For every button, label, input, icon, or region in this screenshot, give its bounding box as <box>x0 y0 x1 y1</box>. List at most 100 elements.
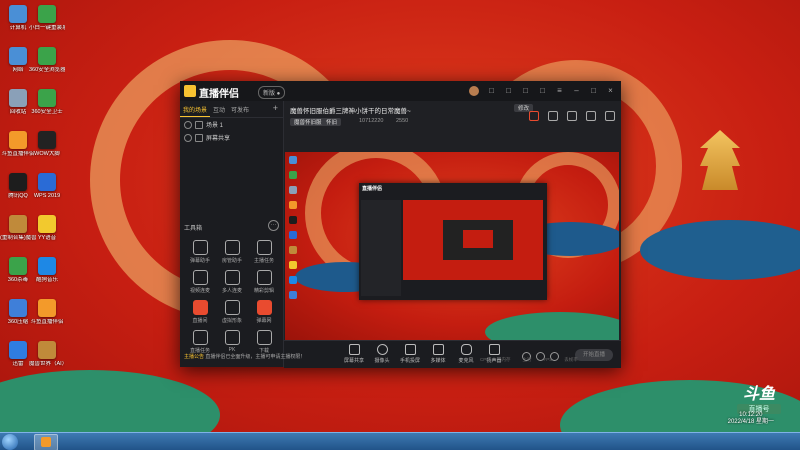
announcement-bar[interactable]: 主播公告 直播伴侣已全面升级，主播可申请主播权限！ <box>184 353 305 360</box>
tool-label: 多人连麦 <box>221 288 242 294</box>
desktop-icon[interactable]: 魔兽世界（AI） <box>29 341 65 368</box>
start-button[interactable] <box>2 434 18 450</box>
maximize-icon[interactable]: □ <box>589 86 598 95</box>
toolbox-item[interactable]: 多人连麦 <box>216 270 248 294</box>
mini-desktop-icon <box>289 246 297 254</box>
tool-icon <box>256 330 272 345</box>
toolbox-more-button[interactable]: ··· <box>268 220 279 231</box>
microphone-button[interactable]: 麦克风 <box>454 344 478 364</box>
desktop-icon-label: 酷狗音乐 <box>35 277 58 283</box>
desktop-icon[interactable]: YY语音 <box>29 215 65 242</box>
toolbox-grid: 弹幕助手 房管助手 主播任务视频连麦 多人连麦 精彩剪辑直播间 虚拟形象 弹幕网直播任务 PK… <box>184 240 280 354</box>
toolbox-item[interactable]: 房管助手 <box>216 240 248 264</box>
desktop-icon[interactable]: WPS 2019 <box>29 173 65 200</box>
app-title: 直播伴侣 <box>199 89 239 100</box>
tool-label: 房管助手 <box>221 258 242 264</box>
media-button[interactable]: 多媒体 <box>426 344 450 364</box>
tab-my-scenes[interactable]: 我的场景 <box>180 101 211 117</box>
add-scene-button[interactable]: + <box>268 101 283 117</box>
close-icon[interactable]: × <box>606 86 615 95</box>
app-icon <box>38 215 56 233</box>
left-tabs: 我的场景 互动 可发布 + <box>180 101 283 118</box>
nested-left-panel <box>361 200 401 296</box>
status-item: 内存 <box>501 357 511 362</box>
desktop-icon[interactable]: 斗鱼直播伴侣 <box>29 299 65 326</box>
shirt-icon[interactable]: □ <box>538 86 547 95</box>
settings-icon[interactable] <box>586 111 596 121</box>
desktop-icon[interactable]: 360安全浏览器 <box>29 47 65 74</box>
avatar[interactable] <box>469 86 479 96</box>
version-badge[interactable]: 新版 ● <box>258 86 286 99</box>
eye-icon[interactable] <box>184 133 192 142</box>
toolbox-item[interactable]: PK <box>216 330 248 354</box>
announcement-prefix: 主播公告 <box>184 354 205 360</box>
desktop-icon[interactable]: 小白一键重装系统 <box>29 5 65 32</box>
desktop-icon-label: WPS 2019 <box>33 193 61 199</box>
decor-wave <box>640 220 800 280</box>
desktop-icon[interactable]: 360安全卫士 <box>29 89 65 116</box>
record-icon[interactable] <box>548 111 558 121</box>
preview-desktop-icons <box>289 156 313 306</box>
main-panel: 魔兽怀旧服伯爵三牌神小饼干的日常魔兽~ 修改 魔兽怀旧服 怀旧 10712220… <box>284 101 621 368</box>
toolbox-item[interactable]: 下载 <box>248 330 280 354</box>
category-badge[interactable]: 魔兽怀旧服 <box>290 118 326 126</box>
gift-icon[interactable]: □ <box>487 86 496 95</box>
scene-item[interactable]: 场景 1 <box>180 118 283 131</box>
lock-icon[interactable] <box>195 120 203 129</box>
mini-desktop-icon <box>289 171 297 179</box>
app-logo-icon <box>184 85 196 97</box>
minimize-icon[interactable]: – <box>572 86 581 95</box>
message-icon[interactable]: □ <box>504 86 513 95</box>
status-item: 丢帧率 <box>564 357 578 362</box>
start-live-button[interactable]: 开始直播 <box>575 349 613 361</box>
toolbox-item[interactable]: 虚拟形象 <box>216 300 248 324</box>
announcement-text: 直播伴侣已全面升级，主播可申请主播权限！ <box>205 354 306 360</box>
lock-icon[interactable] <box>195 133 203 142</box>
room-header: 魔兽怀旧服伯爵三牌神小饼干的日常魔兽~ 修改 魔兽怀旧服 怀旧 10712220… <box>284 101 621 131</box>
eye-icon[interactable] <box>184 120 192 129</box>
mail-icon[interactable]: □ <box>521 86 530 95</box>
tab-publish[interactable]: 可发布 <box>228 101 252 117</box>
source-bar: 屏幕共享 摄像头 手机投屏 多媒体 麦克风 扬声器 开始直播 <box>284 340 621 368</box>
toolbox-item[interactable]: 精彩剪辑 <box>248 270 280 294</box>
menu-icon[interactable]: ≡ <box>555 86 564 95</box>
desktop-icon[interactable]: 酷狗音乐 <box>29 257 65 284</box>
phone-cast-button[interactable]: 手机投屏 <box>398 344 422 364</box>
tool-icon <box>256 270 272 285</box>
camera-button[interactable]: 摄像头 <box>370 344 394 364</box>
toolbox-item[interactable]: 弹幕网 <box>248 300 280 324</box>
share-icon[interactable] <box>605 111 615 121</box>
taskbar-item-live-assistant[interactable] <box>34 434 58 450</box>
app-icon <box>38 341 56 359</box>
nested-app-title: 直播伴侣 <box>362 186 383 192</box>
app-icon <box>38 173 56 191</box>
toolbox-item[interactable]: 直播任务 <box>184 330 216 354</box>
toolbox-item[interactable]: 主播任务 <box>248 240 280 264</box>
toolbox-item[interactable]: 直播间 <box>184 300 216 324</box>
app-icon <box>9 299 27 317</box>
app-icon <box>9 173 27 191</box>
scene-item[interactable]: 屏幕共享 <box>180 131 283 144</box>
room-id: 10712220 <box>359 118 384 124</box>
desktop-icon[interactable]: WOW大脚 <box>29 131 65 158</box>
toolbox-item[interactable]: 视频连麦 <box>184 270 216 294</box>
screen-share-button[interactable]: 屏幕共享 <box>342 344 366 364</box>
app-icon <box>38 89 56 107</box>
subcategory-badge[interactable]: 怀旧 <box>322 118 342 126</box>
desktop-icon-label: 魔兽世界（AI） <box>29 361 65 367</box>
app-titlebar[interactable]: 直播伴侣 新版 ● □ □ □ □ ≡ – □ × <box>180 81 621 101</box>
tool-icon <box>192 240 208 255</box>
toolbox-item[interactable]: 弹幕助手 <box>184 240 216 264</box>
tool-label: 弹幕网 <box>256 318 272 324</box>
app-icon <box>9 215 27 233</box>
header-tools <box>529 111 615 121</box>
system-clock[interactable]: 10:12:20 2022/4/18 星期一 <box>728 412 774 426</box>
tab-interact[interactable]: 互动 <box>210 101 228 117</box>
tool-icon <box>192 330 208 345</box>
tool-label: 视频连麦 <box>189 288 210 294</box>
bag-icon[interactable] <box>529 111 539 121</box>
decor-wave <box>485 312 619 340</box>
screenshot-icon[interactable] <box>567 111 577 121</box>
button-label: 麦克风 <box>458 358 474 364</box>
stream-preview[interactable]: 直播伴侣 <box>285 152 619 340</box>
